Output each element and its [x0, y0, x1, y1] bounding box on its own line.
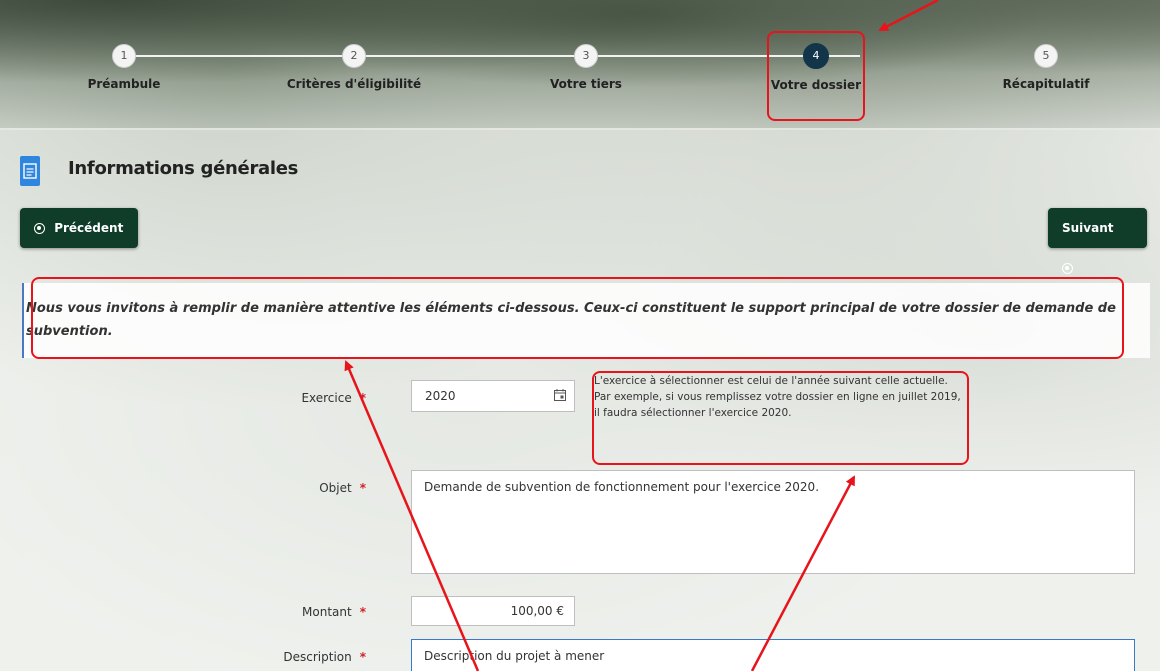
objet-textarea[interactable]: Demande de subvention de fonctionnement …	[411, 470, 1135, 574]
step-1-number: 1	[112, 44, 136, 68]
circle-arrow-icon	[1062, 263, 1073, 274]
description-label: Description *	[283, 650, 366, 664]
step-2[interactable]: 2 Critères d'éligibilité	[264, 44, 444, 91]
required-mark: *	[359, 391, 366, 405]
exercice-label: Exercice *	[301, 391, 366, 405]
step-5[interactable]: 5 Récapitulatif	[956, 44, 1136, 91]
step-5-label: Récapitulatif	[1002, 77, 1090, 91]
step-2-label: Critères d'éligibilité	[286, 77, 422, 91]
next-button[interactable]: Suivant	[1048, 208, 1147, 274]
montant-label: Montant *	[302, 605, 366, 619]
step-5-number: 5	[1034, 44, 1058, 68]
required-mark: *	[359, 605, 366, 619]
annotation-intro-highlight	[31, 277, 1124, 359]
previous-button-label: Précédent	[54, 221, 124, 235]
content-backdrop	[0, 128, 1160, 671]
step-2-number: 2	[342, 44, 366, 68]
document-icon	[20, 156, 40, 186]
description-value: Description du projet à mener	[424, 649, 605, 663]
previous-button[interactable]: Précédent	[20, 208, 138, 248]
exercice-field[interactable]: 2020	[411, 380, 575, 412]
next-button-label: Suivant	[1062, 221, 1114, 235]
step-3-number: 3	[574, 44, 598, 68]
required-mark: *	[359, 650, 366, 664]
section-title: Informations générales	[68, 158, 299, 179]
montant-value: 100,00 €	[510, 604, 564, 618]
annotation-hint-highlight	[592, 371, 969, 465]
progress-stepper: 1 Préambule 2 Critères d'éligibilité 3 V…	[0, 0, 1160, 130]
step-1-label: Préambule	[87, 77, 161, 91]
description-field[interactable]: Description du projet à mener	[411, 639, 1135, 671]
exercice-value: 2020	[425, 389, 456, 403]
step-1[interactable]: 1 Préambule	[34, 44, 214, 91]
step-3-label: Votre tiers	[550, 77, 622, 91]
montant-field[interactable]: 100,00 €	[411, 596, 575, 626]
objet-label: Objet *	[319, 481, 366, 495]
circle-arrow-icon	[34, 223, 45, 234]
calendar-icon[interactable]	[554, 389, 566, 401]
objet-value: Demande de subvention de fonctionnement …	[424, 480, 820, 494]
required-mark: *	[359, 481, 366, 495]
step-3[interactable]: 3 Votre tiers	[496, 44, 676, 91]
annotation-step-highlight	[767, 31, 865, 121]
